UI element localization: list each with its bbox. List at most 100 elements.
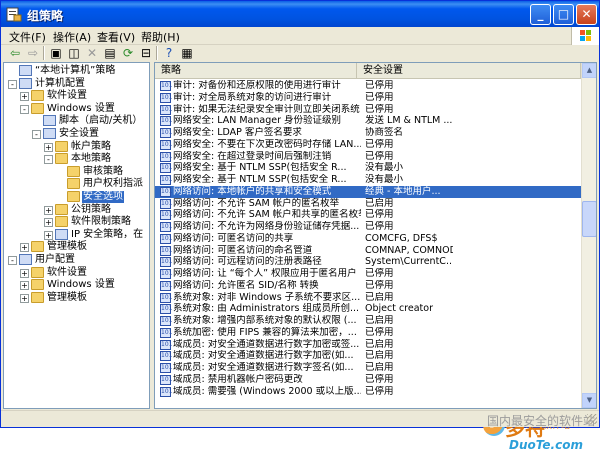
table-row[interactable]: 101 网络访问: 可远程访问的注册表路径 System\CurrentC... [155, 256, 581, 268]
tree-node[interactable]: 安全选项 [4, 191, 149, 203]
minimize-button[interactable]: _ [530, 4, 551, 25]
table-row[interactable]: 101 网络安全: 基于 NTLM SSP(包括安全 R... 没有最小 [155, 174, 581, 186]
tree-node[interactable]: - 计算机配置 [4, 77, 149, 90]
table-row[interactable]: 101 域成员: 对安全通道数据进行数字加密或签... 已启用 [155, 339, 581, 351]
table-row[interactable]: 101 系统对象: 对非 Windows 子系统不要求区... 已启用 [155, 292, 581, 304]
tree-node[interactable]: + 帐户策略 [4, 140, 149, 153]
table-row[interactable]: 101 审计: 对备份和还原权限的使用进行审计 已停用 [155, 80, 581, 92]
menu-action[interactable]: 操作(A) [53, 29, 91, 45]
policy-setting-icon: 101 [160, 175, 173, 185]
tree-node[interactable]: - 安全设置 [4, 128, 149, 140]
tree-node[interactable]: 用户权利指派 [4, 178, 149, 190]
expand-icon[interactable]: + [20, 92, 29, 102]
expand-icon[interactable]: + [44, 218, 53, 228]
expand-icon[interactable]: + [44, 142, 53, 152]
tree-node[interactable]: + 软件设置 [4, 266, 149, 279]
table-row[interactable]: 101 域成员: 需要强 (Windows 2000 或以上版... 已停用 [155, 386, 581, 398]
tree-node[interactable]: + 公钥策略 [4, 203, 149, 216]
tree-node-label: 公钥策略 [71, 203, 111, 215]
policy-name: 网络访问: 让 “每个人” 权限应用于匿名用户 [173, 268, 357, 279]
expand-icon[interactable]: + [20, 243, 29, 253]
table-row[interactable]: 101 网络访问: 允许匿名 SID/名称 转换 已停用 [155, 280, 581, 292]
forward-arrow-icon[interactable]: ⇨ [25, 46, 41, 60]
expand-icon[interactable]: + [44, 205, 53, 215]
tree-node[interactable]: + 软件设置 [4, 90, 149, 102]
vertical-scrollbar[interactable]: ▲ ▼ [581, 63, 596, 408]
table-row[interactable]: 101网络访问: 可匿名访问的命名管道 COMNAP, COMNODE,... [155, 245, 581, 257]
menu-view[interactable]: 查看(V) [97, 29, 135, 45]
security-setting: COMNAP, COMNODE,... [365, 244, 453, 256]
table-row[interactable]: 101 网络安全: LDAP 客户签名要求 协商签名 [155, 127, 581, 139]
menu-help[interactable]: 帮助(H) [141, 29, 180, 45]
table-row[interactable]: 101 系统加密: 使用 FIPS 兼容的算法来加密，... 已停用 [155, 327, 581, 339]
up-folder-icon[interactable]: ▣ [48, 46, 64, 60]
table-row[interactable]: 101 系统对象: 由 Administrators 组成员所创... Object… [155, 303, 581, 315]
scroll-thumb[interactable] [582, 201, 596, 237]
tree-node[interactable]: - 本地策略 [4, 153, 149, 165]
policy-setting-icon: 101 [160, 327, 173, 338]
close-button[interactable]: ✕ [576, 4, 597, 25]
collapse-icon[interactable]: - [20, 104, 29, 114]
table-row[interactable]: 101 网络安全: 不要在下次更改密码时存储 LAN... 已停用 [155, 139, 581, 151]
expand-icon[interactable]: + [20, 281, 29, 291]
table-row[interactable]: 101 域成员: 对安全通道数据进行数字签名(如... 已启用 [155, 362, 581, 374]
delete-icon[interactable]: ✕ [84, 46, 100, 60]
column-header-setting[interactable]: 安全设置 [357, 63, 581, 79]
table-row[interactable]: 101 审计: 如果无法纪录安全审计则立即关闭系统 已停用 [155, 104, 581, 116]
collapse-icon[interactable]: - [44, 155, 53, 165]
tree-node-label: IP 安全策略，在 [71, 228, 144, 240]
policy-setting-icon: 101 [160, 128, 173, 138]
tree-node[interactable]: “本地计算机”策略 [4, 65, 149, 77]
table-row[interactable]: 101 系统对象: 增强内部系统对象的默认权限 (... 已启用 [155, 315, 581, 327]
tree-node-label: 管理模板 [47, 241, 87, 253]
menu-file[interactable]: 文件(F) [9, 29, 46, 45]
scroll-down-arrow-icon[interactable]: ▼ [582, 393, 596, 408]
toolbar: ⇦ ⇨ ▣ ◫ ✕ ▤ ⟳ ⊟ ? ▦ [1, 45, 599, 61]
policy-setting-icon: 101 [160, 186, 173, 197]
maximize-button[interactable]: □ [553, 4, 574, 25]
collapse-icon[interactable]: - [32, 130, 41, 139]
tree-node[interactable]: + 管理模板 [4, 241, 149, 253]
table-row[interactable]: 101 网络访问: 不允许 SAM 帐户和共享的匿名枚举 已停用 [155, 209, 581, 221]
help-icon[interactable]: ? [161, 46, 177, 60]
title-bar[interactable]: 组策略 _ □ ✕ [1, 1, 599, 27]
properties-icon[interactable]: ▤ [102, 46, 118, 60]
expand-icon[interactable]: + [20, 268, 29, 278]
collapse-icon[interactable]: - [8, 256, 17, 265]
tree-node[interactable]: 审核策略 [4, 165, 149, 178]
expand-icon[interactable]: + [44, 230, 53, 240]
table-row[interactable]: 101 域成员: 对安全通道数据进行数字加密(如... 已启用 [155, 350, 581, 362]
export-icon[interactable]: ⊟ [138, 46, 154, 60]
tree-node[interactable]: + Windows 设置 [4, 279, 149, 291]
refresh-icon[interactable]: ⟳ [120, 46, 136, 60]
tree-node[interactable]: + 管理模板 [4, 291, 149, 304]
show-tree-icon[interactable]: ◫ [66, 46, 82, 60]
expand-icon[interactable]: + [20, 293, 29, 303]
collapse-icon[interactable]: - [8, 79, 17, 89]
back-arrow-icon[interactable]: ⇦ [7, 46, 23, 60]
tree-node[interactable]: - Windows 设置 [4, 102, 149, 115]
group-policy-window: 组策略 _ □ ✕ 文件(F) 操作(A) 查看(V) 帮助(H) ⇦ ⇨ ▣ … [0, 0, 600, 452]
table-row[interactable]: 101 审计: 对全局系统对象的访问进行审计 已停用 [155, 92, 581, 104]
policy-name: 网络访问: 不允许 SAM 帐户和共享的匿名枚举 [173, 209, 361, 221]
tree-node[interactable]: - 用户配置 [4, 254, 149, 266]
table-row[interactable]: 101 网络安全: 基于 NTLM SSP(包括安全 R... 没有最小 [155, 162, 581, 174]
table-row[interactable]: 101 网络访问: 不允许 SAM 帐户的匿名枚举 已启用 [155, 198, 581, 210]
table-row[interactable]: 101 网络访问: 不允许为网络身份验证储存凭据... 已停用 [155, 221, 581, 233]
table-row[interactable]: 101 域成员: 禁用机器帐户密码更改 已停用 [155, 374, 581, 386]
table-row[interactable]: 101 网络访问: 让 “每个人” 权限应用于匿名用户 已停用 [155, 268, 581, 280]
table-row[interactable]: 101 网络访问: 本地帐户的共享和安全模式 经典 - 本地用户... [155, 185, 581, 198]
policy-setting-icon: 101 [160, 245, 173, 256]
column-header-policy[interactable]: 策略 [155, 63, 357, 79]
table-row[interactable]: 101 网络访问: 可匿名访问的共享 COMCFG, DFS$ [155, 233, 581, 245]
scroll-up-arrow-icon[interactable]: ▲ [582, 63, 596, 78]
folder-icon [31, 102, 44, 114]
table-row[interactable]: 101 网络安全: 在超过登录时间后强制注销 已停用 [155, 151, 581, 163]
windows-logo-icon [571, 27, 599, 45]
console-icon[interactable]: ▦ [179, 46, 195, 60]
table-row[interactable]: 101 网络安全: LAN Manager 身份验证级别 发送 LM & NTLM … [155, 115, 581, 127]
resize-grip-icon[interactable] [587, 414, 597, 424]
tree-node[interactable]: + IP 安全策略，在 [4, 228, 149, 241]
tree-node[interactable]: + 软件限制策略 [4, 216, 149, 228]
tree-node[interactable]: 脚本（启动/关机） [4, 115, 149, 127]
